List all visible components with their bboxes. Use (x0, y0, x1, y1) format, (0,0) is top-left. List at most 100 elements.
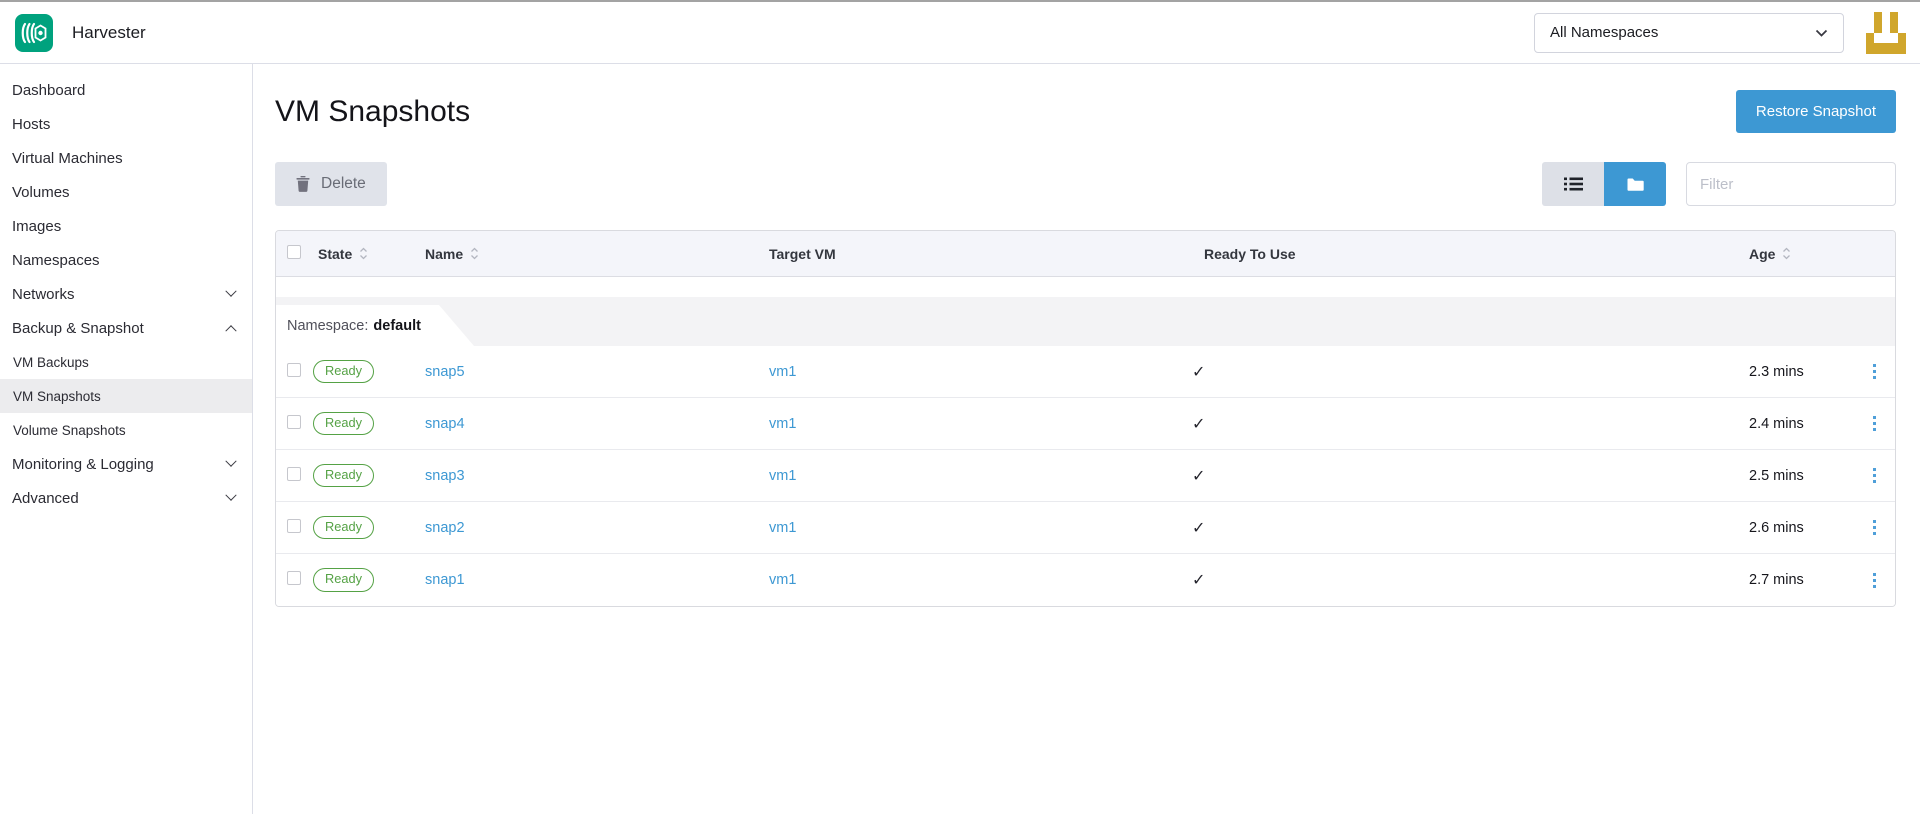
age-cell: 2.6 mins (1749, 520, 1859, 536)
ready-check-icon: ✓ (1192, 520, 1205, 537)
avatar-cell (1866, 43, 1874, 54)
sidebar-item-label: VM Snapshots (13, 389, 101, 404)
avatar-cell (1890, 43, 1898, 54)
namespace-selector-value: All Namespaces (1550, 24, 1658, 41)
namespace-selector[interactable]: All Namespaces (1534, 13, 1844, 53)
logo-glyph (21, 22, 47, 44)
snapshot-name-link[interactable]: snap3 (425, 468, 465, 484)
list-view-button[interactable] (1542, 162, 1604, 206)
sidebar: Dashboard Hosts Virtual MachinesVolumes Ima… (0, 64, 253, 814)
target-vm-link[interactable]: vm1 (769, 364, 796, 380)
avatar-cell (1882, 43, 1890, 54)
avatar-cell (1898, 43, 1906, 54)
user-avatar[interactable] (1866, 12, 1906, 54)
sidebar-item-label: Dashboard (12, 82, 85, 99)
table-row: Ready snap4 vm1 ✓ 2.4 mins (276, 398, 1895, 450)
sidebar-item-label: Monitoring & Logging (12, 456, 154, 473)
column-header-name[interactable]: Name (425, 246, 769, 262)
sidebar-item-dashboard[interactable]: Dashboard (0, 73, 252, 107)
sidebar-item-label: Namespaces (12, 252, 100, 269)
column-header-label: Ready To Use (1204, 246, 1296, 262)
harvester-logo-icon[interactable] (15, 14, 53, 52)
sidebar-item-vm-snapshots[interactable]: VM Snapshots (0, 379, 252, 413)
main-content: VM Snapshots Restore Snapshot Delete (253, 64, 1920, 814)
avatar-cell (1882, 22, 1890, 33)
sidebar-item-hosts[interactable]: Hosts (0, 107, 252, 141)
snapshot-name-link[interactable]: snap5 (425, 364, 465, 380)
status-badge: Ready (313, 412, 374, 436)
snapshot-name-link[interactable]: snap4 (425, 416, 465, 432)
row-actions-button[interactable] (1869, 412, 1880, 435)
trash-icon (296, 176, 310, 192)
row-checkbox[interactable] (287, 363, 301, 377)
page-title: VM Snapshots (275, 95, 470, 129)
target-vm-link[interactable]: vm1 (769, 572, 796, 588)
sidebar-item-backup-snapshot[interactable]: Backup & Snapshot (0, 311, 252, 345)
sidebar-item-namespaces[interactable]: Namespaces (0, 243, 252, 277)
age-cell: 2.7 mins (1749, 572, 1859, 588)
age-cell: 2.3 mins (1749, 364, 1859, 380)
sidebar-item-monitoring-logging[interactable]: Monitoring & Logging (0, 447, 252, 481)
snapshot-name-link[interactable]: snap1 (425, 572, 465, 588)
sidebar-item-virtual-machines[interactable]: Virtual Machines (0, 141, 252, 175)
row-actions-button[interactable] (1869, 360, 1880, 383)
ready-check-icon: ✓ (1192, 468, 1205, 485)
sidebar-item-label: Volume Snapshots (13, 423, 126, 438)
avatar-cell (1882, 33, 1890, 44)
right-tools (1542, 162, 1896, 206)
status-badge: Ready (313, 568, 374, 592)
status-badge: Ready (313, 360, 374, 384)
snapshot-name-link[interactable]: snap2 (425, 520, 465, 536)
row-checkbox[interactable] (287, 467, 301, 481)
column-header-state[interactable]: State (318, 246, 425, 262)
row-checkbox[interactable] (287, 415, 301, 429)
table-row: Readysnap2vm1✓2.6 mins (276, 502, 1895, 554)
delete-button-label: Delete (321, 175, 366, 193)
sidebar-item-label: Hosts (12, 116, 50, 133)
table-row: Readysnap1vm1✓2.7 mins (276, 554, 1895, 606)
target-vm-link[interactable]: vm1 (769, 416, 796, 432)
ready-check-icon: ✓ (1192, 364, 1205, 381)
column-header-target-vm[interactable]: Target VM (769, 246, 1204, 262)
row-checkbox[interactable] (287, 519, 301, 533)
sidebar-item-advanced[interactable]: Advanced (0, 481, 252, 515)
sidebar-item-networks[interactable]: Networks (0, 277, 252, 311)
chevron-down-icon (225, 456, 236, 467)
restore-snapshot-button[interactable]: Restore Snapshot (1736, 90, 1896, 133)
ready-check-icon: ✓ (1192, 416, 1205, 433)
table-row: Ready snap5 vm1 ✓ 2.3 mins (276, 346, 1895, 398)
group-label: Namespace: (287, 318, 368, 334)
sidebar-item-label: Images (12, 218, 61, 235)
avatar-cell (1866, 12, 1874, 23)
sidebar-item-vm-backups[interactable]: VM Backups (0, 345, 252, 379)
target-vm-link[interactable]: vm1 (769, 468, 796, 484)
page-head: VM Snapshots Restore Snapshot (275, 90, 1896, 133)
row-checkbox[interactable] (287, 571, 301, 585)
age-cell: 2.4 mins (1749, 416, 1859, 432)
delete-button[interactable]: Delete (275, 162, 387, 206)
row-actions-button[interactable] (1869, 569, 1880, 592)
sidebar-item-volumes[interactable]: Volumes (0, 175, 252, 209)
sidebar-item-volume-snapshots[interactable]: Volume Snapshots (0, 413, 252, 447)
sidebar-item-label: Advanced (12, 490, 79, 507)
avatar-cell (1898, 22, 1906, 33)
sort-icon (470, 247, 479, 260)
avatar-cell (1890, 12, 1898, 23)
target-vm-link[interactable]: vm1 (769, 520, 796, 536)
sidebar-item-images[interactable]: Images (0, 209, 252, 243)
row-actions-button[interactable] (1869, 516, 1880, 539)
column-header-label: Age (1749, 246, 1775, 262)
column-header-ready-to-use[interactable]: Ready To Use (1204, 246, 1749, 262)
row-actions-button[interactable] (1869, 464, 1880, 487)
table-row: Readysnap3vm1✓2.5 mins (276, 450, 1895, 502)
column-header-label: Target VM (769, 246, 836, 262)
sidebar-item-label: VM Backups (13, 355, 89, 370)
grid-view-button[interactable] (1604, 162, 1666, 206)
chevron-down-icon (225, 490, 236, 501)
select-all-checkbox[interactable] (287, 245, 301, 259)
avatar-cell (1890, 22, 1898, 33)
filter-input[interactable] (1686, 162, 1896, 206)
chevron-up-icon (225, 325, 236, 336)
avatar-cell (1890, 33, 1898, 44)
column-header-age[interactable]: Age (1749, 246, 1859, 262)
